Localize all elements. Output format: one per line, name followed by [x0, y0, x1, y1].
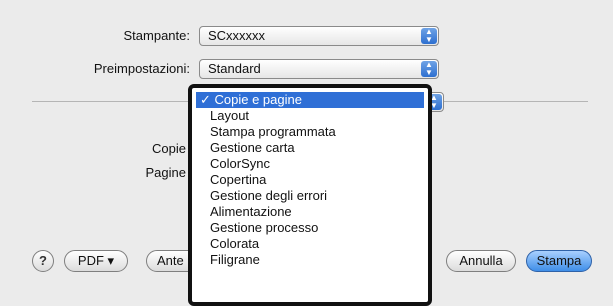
print-dialog: Stampante: SCxxxxxx ▲ ▼ Preimpostazioni: … [0, 0, 613, 306]
menu-item-copies-pages[interactable]: ✓ Copie e pagine [196, 92, 424, 108]
menu-item-scheduler[interactable]: Stampa programmata [196, 124, 424, 140]
pdf-button[interactable]: PDF ▾ [64, 250, 128, 272]
separator-left [32, 101, 188, 102]
printer-popup[interactable]: SCxxxxxx ▲ ▼ [199, 26, 439, 46]
menu-item-watermarks[interactable]: Filigrane [196, 252, 424, 268]
menu-item-paper-feed[interactable]: Alimentazione [196, 204, 424, 220]
menu-item-paper-handling[interactable]: Gestione carta [196, 140, 424, 156]
separator-right [432, 101, 588, 102]
menu-item-job-management[interactable]: Gestione processo [196, 220, 424, 236]
presets-label: Preimpostazioni: [93, 61, 190, 76]
printer-value: SCxxxxxx [208, 28, 266, 43]
popup-arrows-icon: ▲ ▼ [421, 61, 437, 77]
menu-item-colored[interactable]: Colorata [196, 236, 424, 252]
printer-label: Stampante: [123, 28, 191, 43]
popup-arrows-icon: ▲ ▼ [421, 28, 437, 44]
presets-value: Standard [208, 61, 261, 76]
menu-item-layout[interactable]: Layout [196, 108, 424, 124]
menu-item-error-handling[interactable]: Gestione degli errori [196, 188, 424, 204]
highlighted-menu-frame: ✓ Copie e pagine Layout Stampa programma… [188, 84, 432, 306]
menu-item-cover[interactable]: Copertina [196, 172, 424, 188]
cancel-button[interactable]: Annulla [446, 250, 516, 272]
presets-popup[interactable]: Standard ▲ ▼ [199, 59, 439, 79]
menu-item-colorsync[interactable]: ColorSync [196, 156, 424, 172]
pages-label: Pagine [145, 165, 186, 180]
help-button[interactable]: ? [32, 250, 54, 272]
copies-label: Copie [152, 141, 186, 156]
print-button[interactable]: Stampa [526, 250, 592, 272]
panel-menu: ✓ Copie e pagine Layout Stampa programma… [196, 92, 424, 268]
